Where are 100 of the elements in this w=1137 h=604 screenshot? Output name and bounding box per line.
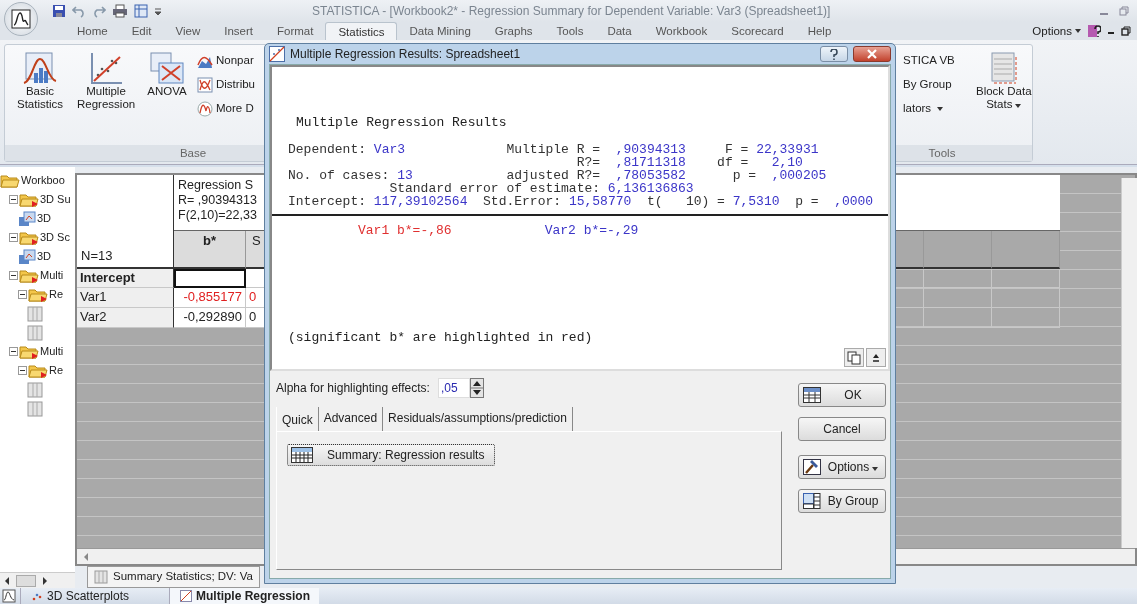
ribbon-tab[interactable]: Edit [119,22,164,40]
table-cell [924,308,992,328]
collapse-icon[interactable] [9,233,18,242]
ribbon-tab[interactable]: Home [65,22,120,40]
spreadsheet-icon [94,570,108,584]
ribbon-button[interactable]: Block Data Stats [958,49,1041,145]
ribbon-tab[interactable]: Data [595,22,644,40]
ribbon-button[interactable]: Basic Statistics [9,49,71,145]
sheet-tab[interactable]: Summary Statistics; DV: Va [87,566,260,588]
scrollbar[interactable] [1121,178,1137,548]
tree-item[interactable]: 3D [37,248,52,265]
ribbon-tab[interactable]: Workbook [643,22,720,40]
folder-icon [0,172,20,189]
crossing-lines-icon [149,51,185,85]
sheet-title-line: R= ,90394313 [178,193,258,208]
hammer-icon [803,459,821,475]
save-icon[interactable] [52,4,66,18]
taskbar-item[interactable]: Multiple Regression [169,588,319,604]
ribbon-button[interactable]: Multiple Regression [75,49,137,145]
help-button[interactable] [820,46,848,62]
dialog-button[interactable]: OK [798,383,886,407]
dialog-button[interactable]: By Group [798,489,886,513]
help-book-icon[interactable] [1087,23,1101,40]
dialog-tab[interactable]: Quick [276,407,319,431]
curve-icon [197,101,213,117]
copy-icon [847,350,861,365]
tree-item[interactable]: Re [49,362,64,379]
tree-item[interactable]: 3D [37,210,52,227]
collapse-icon[interactable] [18,290,27,299]
table-cell [924,288,992,308]
ribbon-button[interactable]: More D [197,99,255,119]
sheet-title-line: F(2,10)=22,33 [178,208,258,223]
tree-item[interactable]: 3D Sc [40,229,70,246]
close-button[interactable] [853,46,891,62]
table-icon [803,493,821,509]
column-header[interactable] [992,231,1060,269]
scrollbar[interactable] [0,572,75,588]
collapse-icon[interactable] [9,195,18,204]
dialog-button[interactable]: Cancel [798,417,886,441]
scroll-left-icon[interactable] [4,576,10,585]
ribbon-tab[interactable]: Scorecard [719,22,796,40]
collapse-icon[interactable] [9,271,18,280]
print-icon[interactable] [112,4,128,18]
ribbon-tab[interactable]: Graphs [482,22,545,40]
tree-item[interactable]: Re [49,286,64,303]
row-header[interactable]: Var1 [77,288,174,308]
effect-value: Var1 b*=-,86 [358,224,452,237]
row-header[interactable]: Intercept [77,269,174,288]
column-header[interactable] [924,231,992,269]
field-label: Alpha for highlighting effects: [276,380,430,397]
scroll-right-icon[interactable] [42,576,48,585]
ribbon-tab[interactable]: Tools [544,22,596,40]
output-heading: Multiple Regression Results [295,114,508,129]
table-icon [803,387,821,403]
folder-icon [19,191,39,208]
dialog-tab[interactable]: Residuals/assumptions/prediction [383,407,573,431]
spinner-icon[interactable] [469,378,484,398]
graph-document-icon [18,210,36,227]
distribution-icon [197,77,213,93]
output-line: R?= ,81711318 df = 2,10 [575,156,804,169]
collapse-icon[interactable] [18,366,27,375]
restore-icon[interactable] [1121,26,1131,37]
row-header[interactable]: Var2 [77,308,174,328]
ribbon-tab[interactable]: Insert [212,22,265,40]
ribbon-button[interactable]: By Group [903,75,955,95]
collapse-button[interactable] [866,348,886,367]
ribbon-tab[interactable]: View [163,22,213,40]
dialog-button[interactable]: Options [798,455,886,479]
spreadsheet-icon[interactable] [134,4,148,18]
tree-item[interactable]: 3D Su [40,191,71,208]
tree-item[interactable]: Multi [40,343,64,360]
ribbon-button[interactable]: Nonpar [197,51,255,71]
column-header[interactable]: b* [174,231,246,269]
scroll-thumb[interactable] [16,574,36,587]
options-menu[interactable]: Options [1032,22,1081,40]
taskbar-item[interactable]: 3D Scatterplots [20,588,165,604]
alpha-input[interactable]: ,05 [437,378,470,398]
collapse-icon[interactable] [9,347,18,356]
dialog-title: Multiple Regression Results: Spreadsheet1 [290,46,521,63]
ribbon-tab[interactable]: Data Mining [397,22,483,40]
app-icon[interactable] [2,589,16,603]
table-cell [174,269,246,288]
dialog-tab[interactable]: Advanced [318,407,384,431]
dropdown-icon[interactable] [154,7,162,15]
ribbon-tab[interactable]: Help [795,22,844,40]
tree-item[interactable]: Workboo [21,172,65,189]
ribbon-tab[interactable]: Format [265,22,326,40]
spreadsheet-icon [27,324,43,341]
ribbon-button[interactable]: Distribu [197,75,255,95]
table-cell [924,269,992,288]
copy-button[interactable] [844,348,864,367]
ribbon-button[interactable]: ANOVA [141,49,193,145]
summary-button[interactable]: Summary: Regression results [287,444,496,466]
effect-value: Var2 b*=-,29 [544,224,639,237]
ribbon-button[interactable]: lators [903,99,955,119]
ribbon-button[interactable]: STICA VB [903,51,955,71]
spreadsheet-icon [27,400,43,417]
ribbon-tab[interactable]: Statistics [325,22,398,40]
tree-item[interactable]: Multi [40,267,64,284]
table-cell: -0,292890 [174,308,246,328]
